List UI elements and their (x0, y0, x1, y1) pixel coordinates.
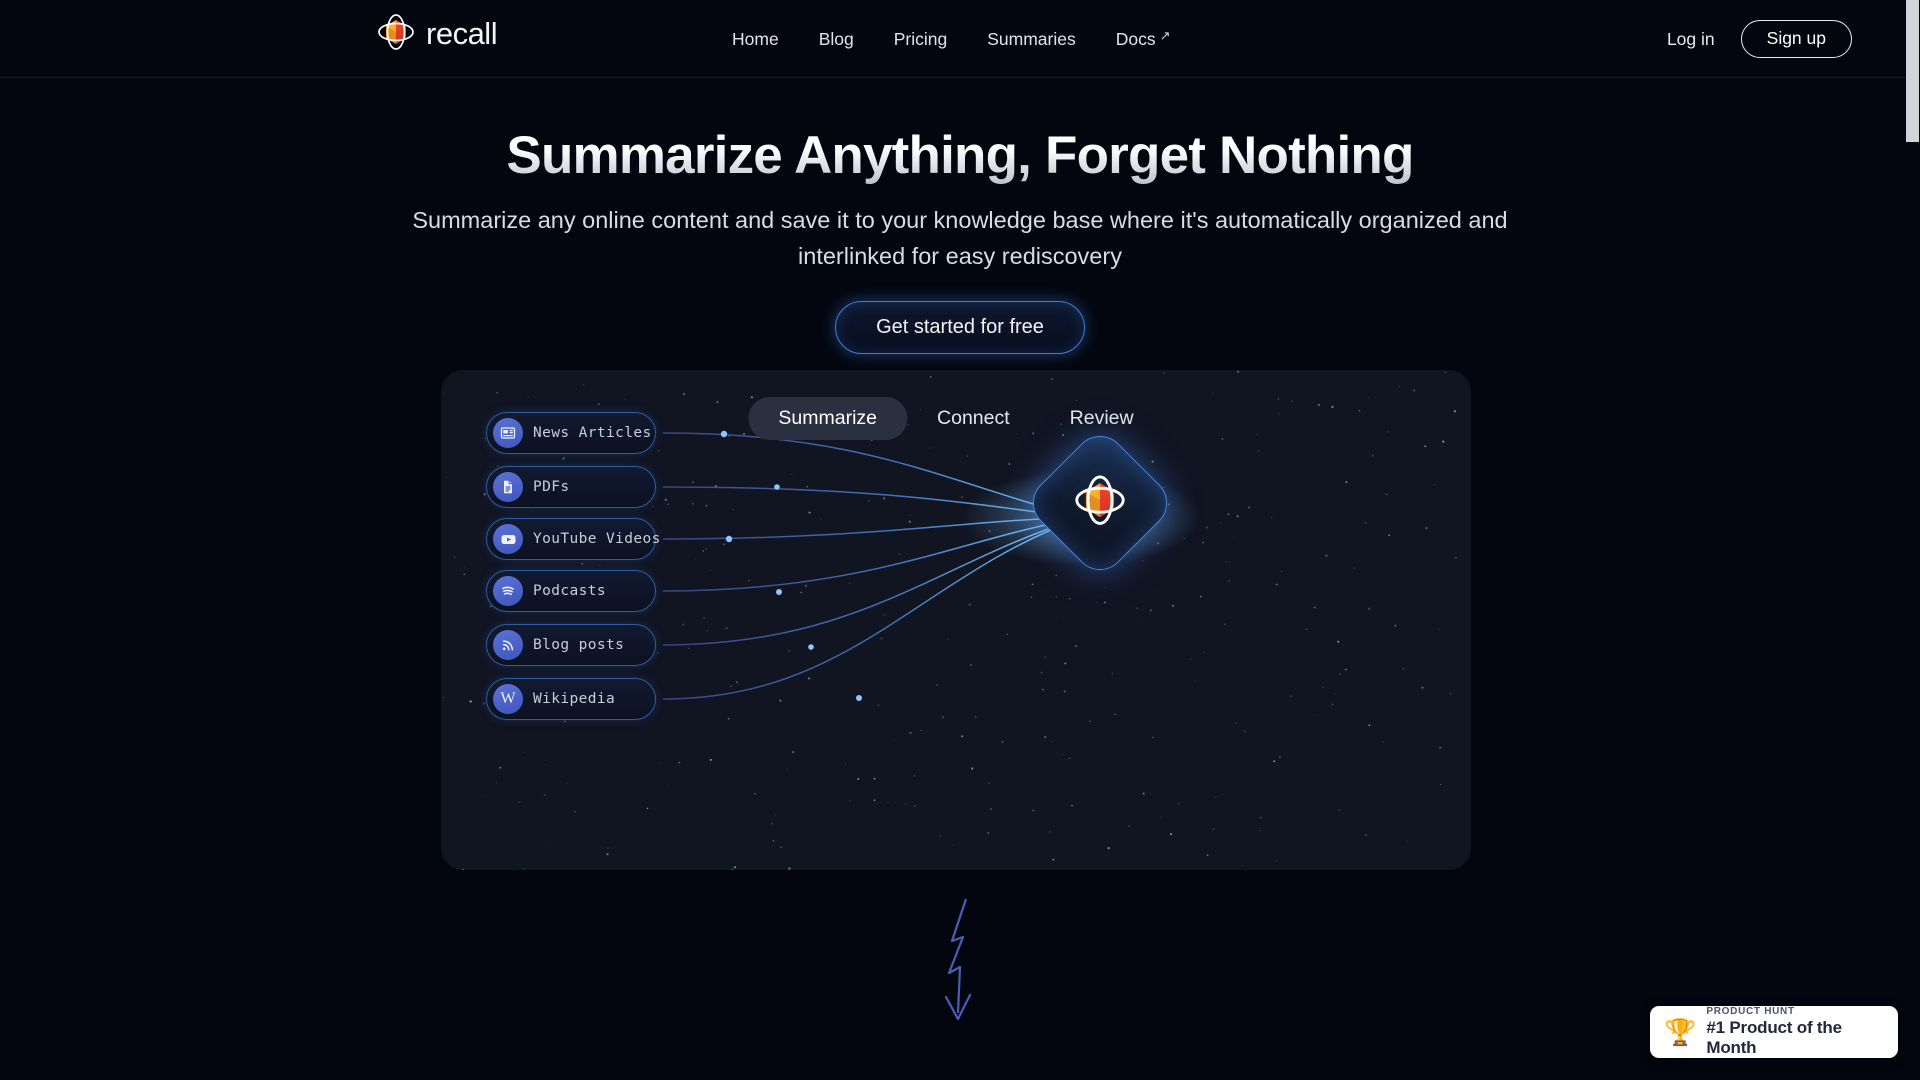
source-label-youtube-videos: YouTube Videos (533, 531, 661, 547)
product-hunt-badge[interactable]: 🏆 PRODUCT HUNT #1 Product of the Month (1650, 1006, 1898, 1058)
external-link-icon: ↗ (1159, 28, 1171, 43)
source-pill-blog-posts[interactable]: Blog posts (486, 624, 656, 666)
source-pill-youtube-videos[interactable]: YouTube Videos (486, 518, 660, 560)
nav-blog-label: Blog (818, 28, 854, 49)
youtube-icon (493, 524, 523, 554)
nav-summaries[interactable]: Summaries (967, 29, 1096, 50)
main-nav: Home Blog Pricing Summaries Docs ↗ (712, 0, 1191, 78)
scrollbar-track[interactable] (1905, 0, 1920, 1080)
logo-wordmark: recall (426, 16, 498, 51)
product-hunt-kicker: PRODUCT HUNT (1706, 1006, 1795, 1017)
trophy-icon: 🏆 (1664, 1017, 1697, 1047)
source-pill-wikipedia[interactable]: W Wikipedia (486, 678, 656, 720)
scroll-down-arrow-icon (944, 898, 972, 1021)
tab-summarize[interactable]: Summarize (748, 397, 908, 440)
hero-section: Summarize Anything, Forget Nothing Summa… (0, 78, 1920, 354)
wikipedia-icon: W (493, 684, 523, 714)
cta-wrapper: Get started for free (0, 301, 1920, 354)
nav-home-label: Home (732, 28, 779, 49)
source-label-wikipedia: Wikipedia (533, 691, 616, 707)
nav-pricing-label: Pricing (893, 28, 948, 49)
signup-button[interactable]: Sign up (1740, 20, 1852, 58)
product-hunt-text: PRODUCT HUNT #1 Product of the Month (1706, 1006, 1884, 1058)
source-pill-podcasts[interactable]: Podcasts (486, 570, 656, 612)
page-title: Summarize Anything, Forget Nothing (0, 125, 1920, 186)
site-header: recall Home Blog Pricing Summaries Docs … (0, 0, 1920, 78)
nav-home[interactable]: Home (712, 29, 799, 50)
login-link[interactable]: Log in (1667, 29, 1715, 50)
recall-logo-icon-hub (1069, 472, 1131, 534)
demo-tabs: Summarize Connect Review (748, 397, 1163, 440)
hero-subtitle: Summarize any online content and save it… (412, 207, 1508, 269)
tab-connect[interactable]: Connect (907, 397, 1040, 440)
source-pill-pdfs[interactable]: PDFs (486, 466, 656, 508)
source-label-news-articles: News Articles (533, 425, 652, 441)
nav-docs[interactable]: Docs ↗ (1096, 28, 1191, 50)
source-label-podcasts: Podcasts (533, 583, 607, 599)
recall-logo-icon (374, 12, 418, 56)
nav-docs-label: Docs (1115, 28, 1156, 49)
rss-icon (493, 630, 523, 660)
nav-summaries-label: Summaries (987, 28, 1076, 49)
document-icon (493, 472, 523, 502)
recall-hub-node[interactable] (1022, 425, 1178, 581)
source-pill-news-articles[interactable]: News Articles (486, 412, 656, 454)
product-hunt-title: #1 Product of the Month (1706, 1018, 1842, 1057)
nav-blog[interactable]: Blog (799, 29, 874, 50)
source-label-blog-posts: Blog posts (533, 637, 625, 653)
logo-link[interactable]: recall (374, 12, 498, 56)
nav-pricing[interactable]: Pricing (874, 29, 968, 50)
source-label-pdfs: PDFs (533, 479, 570, 495)
newspaper-icon (493, 418, 523, 448)
demo-card: Summarize Connect Review News Articles P… (441, 370, 1471, 870)
auth-group: Log in Sign up (1667, 0, 1852, 78)
get-started-button[interactable]: Get started for free (835, 301, 1085, 354)
scrollbar-thumb[interactable] (1906, 0, 1919, 142)
spotify-icon (493, 576, 523, 606)
tab-review[interactable]: Review (1040, 397, 1164, 440)
